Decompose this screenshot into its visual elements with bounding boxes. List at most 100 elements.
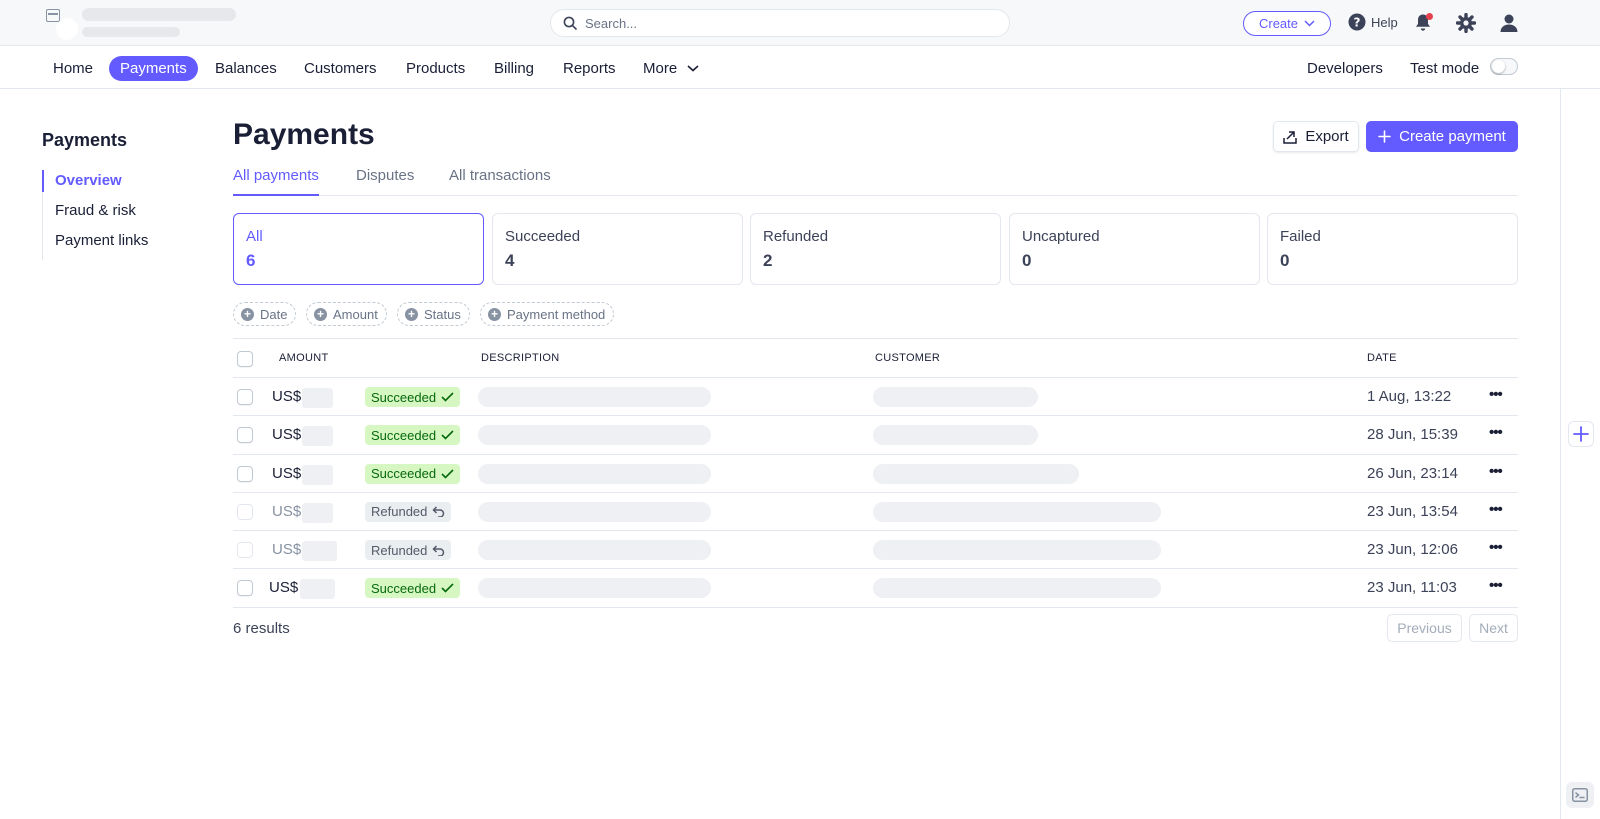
help-button[interactable]: ? Help (1348, 13, 1398, 31)
store-icon[interactable] (46, 9, 60, 22)
status-card-failed[interactable]: Failed 0 (1267, 213, 1518, 285)
card-count: 0 (1022, 251, 1032, 270)
top-bar: Create ? Help (0, 0, 1600, 46)
right-rail (1560, 89, 1600, 819)
create-payment-button[interactable]: Create payment (1366, 121, 1518, 152)
row-checkbox[interactable] (237, 580, 253, 597)
more-dots-icon[interactable]: ••• (1489, 386, 1503, 403)
nav-developers[interactable]: Developers (1296, 56, 1394, 81)
amount-currency: US$ (272, 464, 302, 482)
table-row[interactable]: US$ Succeeded 26 Jun, 23:14 ••• (233, 455, 1518, 493)
column-date[interactable]: DATE (1367, 352, 1397, 364)
row-checkbox[interactable] (237, 465, 253, 482)
select-all-checkbox[interactable] (237, 351, 253, 367)
gear-icon[interactable] (1456, 13, 1476, 33)
tab-all-transactions[interactable]: All transactions (449, 167, 551, 196)
card-label: Failed (1280, 228, 1321, 245)
svg-text:?: ? (1354, 15, 1361, 29)
table-row[interactable]: US$ Succeeded 1 Aug, 13:22 ••• (233, 378, 1518, 417)
export-button[interactable]: Export (1273, 121, 1359, 152)
column-amount[interactable]: AMOUNT (279, 352, 328, 364)
terminal-button[interactable] (1566, 782, 1594, 808)
nav-products[interactable]: Products (395, 56, 476, 81)
column-description[interactable]: DESCRIPTION (481, 352, 559, 364)
status-card-all[interactable]: All 6 (233, 213, 484, 285)
test-mode-toggle[interactable] (1490, 58, 1518, 75)
filter-amount[interactable]: + Amount (306, 302, 387, 326)
check-icon (441, 583, 454, 594)
customer-placeholder (873, 501, 1161, 522)
create-label: Create (1258, 16, 1299, 31)
row-checkbox[interactable] (237, 503, 253, 520)
description-placeholder (478, 540, 711, 561)
tab-all-payments[interactable]: All payments (233, 167, 319, 196)
help-icon: ? (1348, 13, 1366, 31)
sidebar-item-payment-links[interactable]: Payment links (43, 230, 202, 260)
nav-home[interactable]: Home (42, 56, 104, 81)
nav-balances[interactable]: Balances (204, 56, 288, 81)
amount-currency: US$ (269, 579, 299, 597)
account-avatar[interactable] (56, 18, 78, 40)
sidebar-item-overview[interactable]: Overview (42, 170, 202, 200)
row-checkbox[interactable] (237, 389, 253, 405)
check-icon (441, 392, 454, 402)
row-date: 23 Jun, 13:54 (1367, 502, 1458, 520)
amount-placeholder (302, 502, 333, 523)
plus-circle-icon: + (241, 307, 254, 321)
status-cards: All 6 Succeeded 4 Refunded 2 Uncaptured … (233, 213, 1518, 285)
card-label: Refunded (763, 228, 829, 245)
column-customer[interactable]: CUSTOMER (875, 352, 940, 364)
status-card-refunded[interactable]: Refunded 2 (750, 213, 1001, 285)
more-dots-icon[interactable]: ••• (1489, 501, 1503, 518)
filter-payment-method[interactable]: + Payment method (480, 302, 615, 326)
status-label: Succeeded (371, 466, 437, 482)
description-placeholder (478, 501, 711, 522)
sidebar-item-fraud-risk[interactable]: Fraud & risk (43, 200, 202, 230)
filter-date[interactable]: + Date (233, 302, 297, 326)
status-card-succeeded[interactable]: Succeeded 4 (492, 213, 743, 285)
plus-circle-icon: + (405, 307, 418, 321)
nav-customers[interactable]: Customers (293, 56, 388, 81)
filter-label: Payment method (507, 306, 606, 322)
search-icon (563, 16, 577, 30)
rail-add-button[interactable] (1568, 421, 1594, 447)
status-label: Succeeded (371, 389, 437, 405)
more-dots-icon[interactable]: ••• (1489, 539, 1503, 556)
table-row[interactable]: US$ Succeeded 23 Jun, 11:03 ••• (233, 569, 1518, 608)
tab-disputes[interactable]: Disputes (356, 167, 414, 196)
card-count: 2 (763, 251, 773, 270)
user-icon[interactable] (1499, 13, 1519, 33)
nav-more[interactable]: More (632, 56, 710, 81)
nav-reports[interactable]: Reports (552, 56, 627, 81)
nav-billing[interactable]: Billing (483, 56, 545, 81)
search-input[interactable] (585, 15, 985, 31)
amount-currency: US$ (272, 541, 302, 559)
table-row[interactable]: US$ Refunded 23 Jun, 12:06 ••• (233, 531, 1518, 570)
search-bar[interactable] (550, 9, 1010, 37)
customer-placeholder (873, 425, 1038, 446)
refund-arrow-icon (432, 545, 445, 556)
table-row[interactable]: US$ Succeeded 28 Jun, 15:39 ••• (233, 416, 1518, 455)
customer-placeholder (873, 387, 1038, 407)
create-dropdown-button[interactable]: Create (1243, 11, 1331, 36)
card-count: 6 (246, 251, 256, 270)
main-nav: Home Payments Balances Customers Product… (0, 46, 1600, 89)
card-count: 4 (505, 251, 515, 270)
more-dots-icon[interactable]: ••• (1489, 463, 1503, 480)
card-count: 0 (1280, 251, 1290, 270)
row-checkbox[interactable] (237, 427, 253, 444)
status-card-uncaptured[interactable]: Uncaptured 0 (1009, 213, 1260, 285)
filter-status[interactable]: + Status (397, 302, 470, 326)
more-dots-icon[interactable]: ••• (1489, 577, 1503, 594)
row-checkbox[interactable] (237, 542, 253, 559)
table-row[interactable]: US$ Refunded 23 Jun, 13:54 ••• (233, 493, 1518, 532)
card-label: All (246, 228, 263, 245)
previous-button[interactable]: Previous (1387, 614, 1462, 642)
check-icon (441, 430, 454, 440)
customer-placeholder (873, 540, 1161, 561)
next-button[interactable]: Next (1469, 614, 1518, 642)
status-badge: Succeeded (365, 463, 461, 484)
export-label: Export (1305, 128, 1349, 145)
nav-payments[interactable]: Payments (109, 56, 198, 81)
more-dots-icon[interactable]: ••• (1489, 424, 1503, 441)
